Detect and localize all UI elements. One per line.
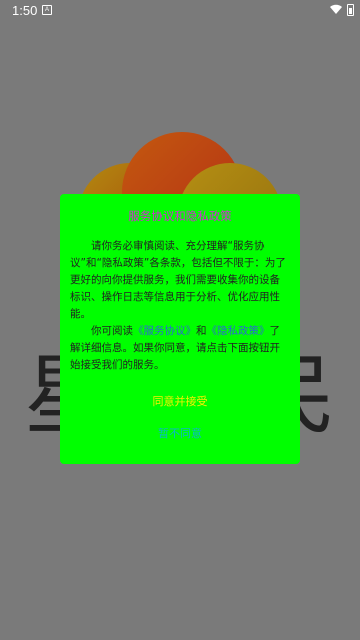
dialog-paragraph-2: 你可阅读《服务协议》和《隐私政策》了解详细信息。如果你同意，请点击下面按钮开始接… [70,323,290,374]
dialog-title: 服务协议和隐私政策 [128,209,232,223]
dialog-body: 请你务必审慎阅读、充分理解“服务协议”和“隐私政策”各条款，包括但不限于：为了更… [70,238,290,374]
paragraph-2-prefix: 你可阅读 [91,325,133,337]
status-bar: 1:50 A [0,0,360,20]
and-text: 和 [196,325,207,337]
dialog-paragraph-1: 请你务必审慎阅读、充分理解“服务协议”和“隐私政策”各条款，包括但不限于：为了更… [70,240,286,320]
privacy-policy-link[interactable]: 《隐私政策》 [207,325,270,337]
status-time: 1:50 [12,3,38,18]
disagree-button[interactable]: 暂不同意 [152,424,208,442]
battery-icon [347,4,354,16]
wifi-icon [330,4,342,14]
notification-icon: A [42,5,52,15]
agree-button[interactable]: 同意并接受 [147,392,214,410]
privacy-dialog: 服务协议和隐私政策 请你务必审慎阅读、充分理解“服务协议”和“隐私政策”各条款，… [60,194,300,464]
service-agreement-link[interactable]: 《服务协议》 [133,325,196,337]
